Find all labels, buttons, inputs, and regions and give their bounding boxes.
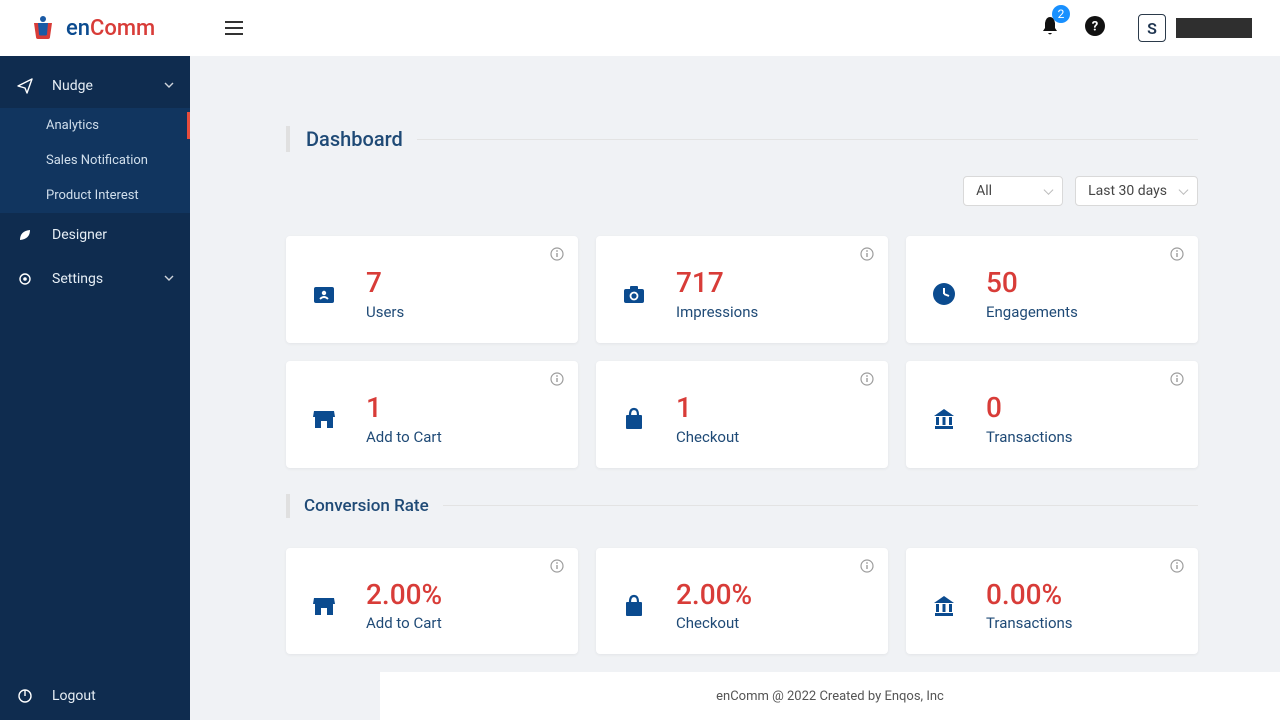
help-button[interactable]: ? [1084, 15, 1106, 41]
logo-mark-icon [28, 13, 58, 43]
scope-filter-select[interactable]: All [963, 176, 1063, 206]
metric-card-users: 7 Users [286, 236, 578, 343]
bank-icon [930, 593, 958, 619]
metric-label: Add to Cart [366, 428, 442, 446]
metric-value: 1 [676, 393, 739, 424]
sidebar-subitem-product-interest[interactable]: Product Interest [0, 178, 190, 213]
metric-card-checkout: 1 Checkout [596, 361, 888, 468]
main-content: Dashboard All Last 30 days 7 Use [190, 56, 1280, 694]
svg-text:?: ? [1092, 20, 1098, 35]
metric-value: 2.00% [676, 580, 752, 611]
logo[interactable]: enComm [28, 13, 188, 43]
chevron-down-icon [164, 271, 174, 287]
sidebar-item-label: Nudge [52, 78, 93, 94]
metric-value: 0.00% [986, 580, 1073, 611]
sidebar-item-settings[interactable]: Settings [0, 257, 190, 301]
logo-text: enComm [66, 16, 155, 41]
topbar: enComm 2 ? S [0, 0, 1280, 56]
info-icon[interactable] [860, 558, 874, 577]
metrics-grid: 7 Users 717 Impressions [286, 236, 1198, 468]
metric-value: 1 [366, 393, 442, 424]
metric-value: 7 [366, 268, 404, 299]
clock-icon [930, 281, 958, 307]
footer: enComm @ 2022 Created by Enqos, Inc [380, 672, 1280, 720]
info-icon[interactable] [860, 246, 874, 265]
sidebar-subitem-sales-notification[interactable]: Sales Notification [0, 143, 190, 178]
help-icon: ? [1084, 15, 1106, 37]
conversion-grid: 2.00% Add to Cart 2.00% Checkout [286, 548, 1198, 655]
users-badge-icon [310, 281, 338, 307]
conversion-section-header: Conversion Rate [286, 494, 1198, 518]
metric-value: 2.00% [366, 580, 442, 611]
notification-badge: 2 [1052, 5, 1070, 23]
metric-card-add-to-cart: 1 Add to Cart [286, 361, 578, 468]
avatar[interactable]: S [1138, 14, 1166, 42]
user-name-redacted [1176, 18, 1252, 38]
metric-label: Transactions [986, 614, 1073, 632]
sidebar-subitem-label: Product Interest [46, 188, 139, 203]
sidebar-item-designer[interactable]: Designer [0, 213, 190, 257]
metric-card-impressions: 717 Impressions [596, 236, 888, 343]
info-icon[interactable] [1170, 558, 1184, 577]
metric-card-transactions: 0 Transactions [906, 361, 1198, 468]
leaf-icon [16, 227, 34, 243]
metric-label: Impressions [676, 303, 758, 321]
sidebar: Nudge Analytics Sales Notification Produ… [0, 56, 190, 720]
metric-label: Add to Cart [366, 614, 442, 632]
store-icon [310, 406, 338, 432]
date-range-select[interactable]: Last 30 days [1075, 176, 1198, 206]
camera-icon [620, 282, 648, 306]
info-icon[interactable] [550, 558, 564, 577]
sidebar-item-label: Designer [52, 227, 107, 243]
metric-label: Users [366, 303, 404, 321]
metric-label: Transactions [986, 428, 1073, 446]
notifications-button[interactable]: 2 [1040, 15, 1060, 41]
conversion-card-add-to-cart: 2.00% Add to Cart [286, 548, 578, 655]
metric-card-engagements: 50 Engagements [906, 236, 1198, 343]
info-icon[interactable] [1170, 246, 1184, 265]
info-icon[interactable] [860, 371, 874, 390]
metric-label: Engagements [986, 303, 1078, 321]
conversion-card-transactions: 0.00% Transactions [906, 548, 1198, 655]
bag-icon [620, 406, 648, 432]
page-title-row: Dashboard [286, 126, 1198, 152]
info-icon[interactable] [1170, 371, 1184, 390]
sidebar-item-label: Settings [52, 271, 103, 287]
metric-value: 0 [986, 393, 1073, 424]
chevron-down-icon [164, 78, 174, 94]
sidebar-subitem-label: Sales Notification [46, 153, 148, 168]
conversion-card-checkout: 2.00% Checkout [596, 548, 888, 655]
metric-value: 717 [676, 268, 758, 299]
sidebar-item-nudge[interactable]: Nudge [0, 64, 190, 108]
page-title: Dashboard [306, 127, 403, 151]
metric-value: 50 [986, 268, 1078, 299]
bank-icon [930, 406, 958, 432]
metric-label: Checkout [676, 614, 752, 632]
section-title: Conversion Rate [304, 496, 429, 516]
gear-icon [16, 271, 34, 287]
logout-label: Logout [52, 688, 96, 704]
info-icon[interactable] [550, 371, 564, 390]
metric-label: Checkout [676, 428, 739, 446]
bag-icon [620, 593, 648, 619]
menu-toggle-icon[interactable] [224, 20, 244, 36]
paper-plane-icon [16, 78, 34, 94]
sidebar-subitem-label: Analytics [46, 118, 99, 133]
sidebar-subitem-analytics[interactable]: Analytics [0, 108, 190, 143]
logout-icon [16, 688, 34, 704]
info-icon[interactable] [550, 246, 564, 265]
store-icon [310, 593, 338, 619]
logout-button[interactable]: Logout [0, 672, 190, 720]
footer-text: enComm @ 2022 Created by Enqos, Inc [716, 689, 944, 704]
